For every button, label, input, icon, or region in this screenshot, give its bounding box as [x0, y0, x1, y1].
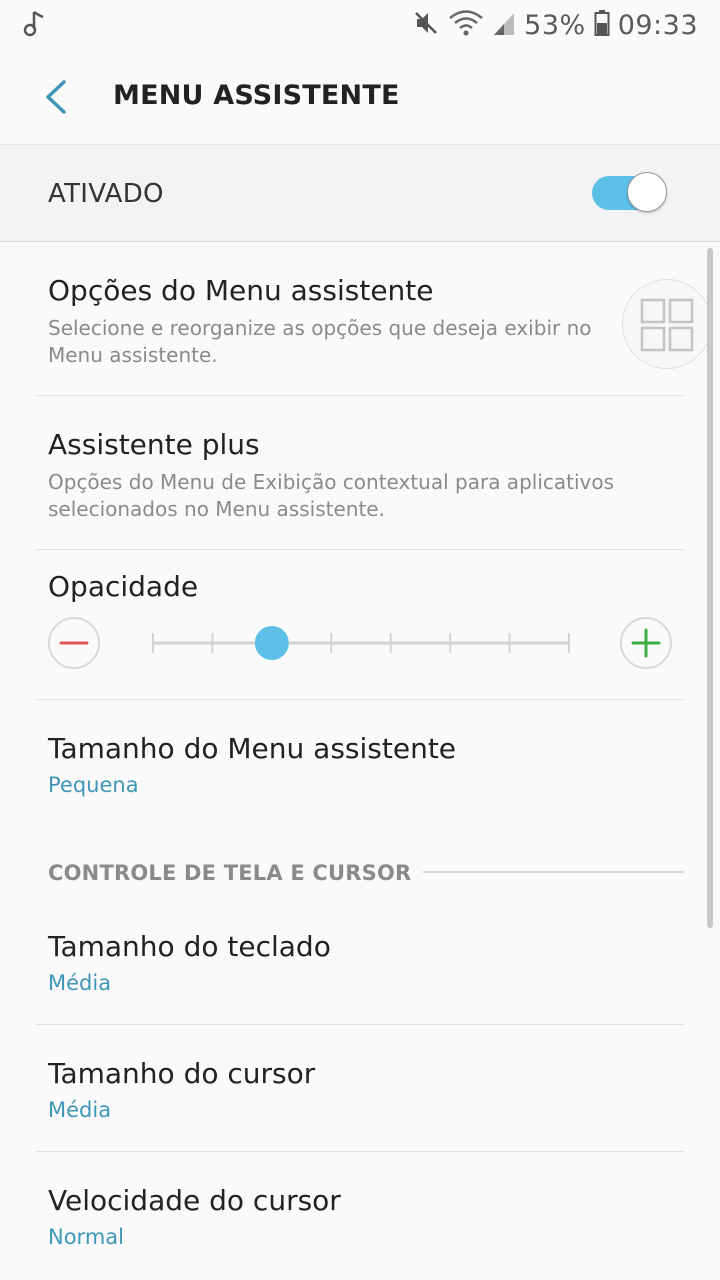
- app-header: MENU ASSISTENTE: [0, 50, 720, 144]
- page-title: MENU ASSISTENTE: [113, 80, 400, 111]
- signal-icon: [492, 9, 516, 41]
- menu-size-title: Tamanho do Menu assistente: [48, 732, 457, 765]
- assistant-plus-title: Assistente plus: [48, 428, 260, 461]
- keyboard-size-item[interactable]: Tamanho do teclado Média: [0, 898, 720, 1024]
- wifi-icon: [448, 9, 484, 41]
- mute-icon: [412, 9, 440, 41]
- menu-size-item[interactable]: Tamanho do Menu assistente Pequena: [0, 700, 720, 830]
- back-button[interactable]: [32, 72, 82, 122]
- section-header: CONTROLE DE TELA E CURSOR: [48, 861, 424, 885]
- battery-percentage: 53%: [524, 9, 586, 41]
- assistant-plus-description: Opções do Menu de Exibição contextual pa…: [48, 470, 615, 521]
- grid-icon: [640, 298, 694, 352]
- scrollbar[interactable]: [707, 248, 713, 928]
- plus-icon: [631, 628, 661, 658]
- section-divider-line: [386, 871, 684, 873]
- minus-icon: [59, 641, 89, 645]
- master-switch-label: ATIVADO: [48, 179, 164, 209]
- master-switch-row[interactable]: ATIVADO: [0, 144, 720, 242]
- cursor-speed-title: Velocidade do cursor: [48, 1184, 341, 1217]
- opacity-decrease-button[interactable]: [48, 617, 100, 669]
- cursor-size-title: Tamanho do cursor: [48, 1057, 316, 1090]
- opacity-title: Opacidade: [48, 570, 199, 603]
- keyboard-size-title: Tamanho do teclado: [48, 930, 331, 963]
- cursor-size-item[interactable]: Tamanho do cursor Média: [0, 1025, 720, 1151]
- opacity-slider[interactable]: [152, 622, 570, 664]
- opacity-track: [152, 626, 570, 660]
- status-bar: 53% 09:33: [0, 0, 720, 50]
- menu-size-value: Pequena: [48, 773, 139, 797]
- floating-assistant-button[interactable]: [622, 279, 712, 369]
- master-toggle[interactable]: [592, 172, 668, 214]
- clock: 09:33: [617, 9, 698, 41]
- cursor-speed-value: Normal: [48, 1225, 124, 1249]
- back-arrow-icon: [46, 80, 66, 114]
- keyboard-size-value: Média: [48, 971, 112, 995]
- menu-options-description: Selecione e reorganize as opções que des…: [48, 316, 592, 367]
- music-note-icon: [22, 10, 46, 42]
- toggle-knob: [627, 172, 667, 212]
- battery-icon: [594, 9, 610, 41]
- cursor-speed-item[interactable]: Velocidade do cursor Normal: [0, 1152, 720, 1280]
- menu-options-item[interactable]: Opções do Menu assistente Selecione e re…: [0, 242, 720, 395]
- cursor-size-value: Média: [48, 1098, 112, 1122]
- opacity-increase-button[interactable]: [620, 617, 672, 669]
- slider-thumb[interactable]: [254, 626, 289, 660]
- menu-options-title: Opções do Menu assistente: [48, 274, 434, 307]
- assistant-plus-item[interactable]: Assistente plus Opções do Menu de Exibiç…: [0, 396, 720, 549]
